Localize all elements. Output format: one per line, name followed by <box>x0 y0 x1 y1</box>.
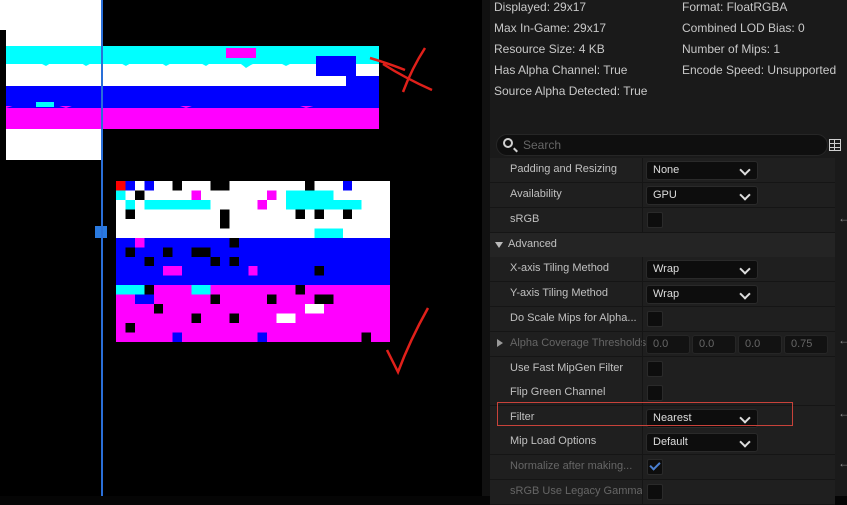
normalize-label: Normalize after making... <box>510 460 633 472</box>
y-tiling-label: Y-axis Tiling Method <box>510 287 609 299</box>
cross-mark <box>369 47 433 93</box>
search-box[interactable] <box>496 134 828 156</box>
availability-dropdown[interactable]: GPU <box>646 186 758 205</box>
row-srgb-legacy: sRGB Use Legacy Gamma <box>490 480 835 505</box>
y-tiling-value: Wrap <box>653 288 680 300</box>
alpha-coverage-w[interactable]: 0.75 <box>784 335 828 354</box>
flip-green-label: Flip Green Channel <box>510 386 606 398</box>
row-alpha-coverage: Alpha Coverage Thresholds 0.0 0.0 0.0 0.… <box>490 332 835 357</box>
row-srgb: sRGB <box>490 208 835 233</box>
row-separator <box>642 183 643 207</box>
row-padding-resizing: Padding and Resizing None <box>490 158 835 183</box>
x-tiling-dropdown[interactable]: Wrap <box>646 260 758 279</box>
mip-load-label: Mip Load Options <box>510 435 597 447</box>
section-advanced[interactable]: Advanced <box>490 233 835 258</box>
srgb-label: sRGB <box>510 213 540 225</box>
mip-load-dropdown[interactable]: Default <box>646 433 758 452</box>
srgb-legacy-label: sRGB Use Legacy Gamma <box>510 485 643 497</box>
padding-value: None <box>653 164 680 176</box>
chevron-down-icon <box>739 164 751 176</box>
alpha-coverage-x[interactable]: 0.0 <box>646 335 690 354</box>
info-format: Format: FloatRGBA <box>682 0 788 14</box>
chevron-down-icon <box>739 436 751 448</box>
x-tiling-label: X-axis Tiling Method <box>510 262 610 274</box>
reset-arrow-icon[interactable]: ← <box>838 456 847 470</box>
fast-mipgen-checkbox[interactable] <box>647 361 663 377</box>
collapse-arrow-icon <box>495 242 503 248</box>
alpha-coverage-w-value: 0.75 <box>791 338 813 350</box>
details-panel: Displayed: 29x17 Max In-Game: 29x17 Reso… <box>490 0 847 505</box>
row-separator <box>642 455 643 479</box>
row-normalize: Normalize after making... <box>490 455 835 480</box>
row-scale-mips: Do Scale Mips for Alpha... <box>490 307 835 332</box>
alpha-coverage-z[interactable]: 0.0 <box>738 335 782 354</box>
info-lod-bias: Combined LOD Bias: 0 <box>682 21 805 35</box>
chevron-down-icon <box>739 288 751 300</box>
chevron-down-icon <box>739 189 751 201</box>
row-separator <box>642 430 643 454</box>
padding-dropdown[interactable]: None <box>646 161 758 180</box>
viewport-border <box>101 0 103 496</box>
annotation-layer <box>369 47 433 376</box>
row-separator <box>642 332 643 356</box>
alpha-coverage-label: Alpha Coverage Thresholds <box>510 337 647 349</box>
srgb-legacy-checkbox[interactable] <box>647 484 663 500</box>
info-has-alpha: Has Alpha Channel: True <box>494 63 628 77</box>
scale-mips-checkbox[interactable] <box>647 311 663 327</box>
alpha-coverage-z-value: 0.0 <box>745 338 761 350</box>
panel-splitter[interactable] <box>482 0 490 496</box>
reset-arrow-icon[interactable]: ← <box>838 211 847 225</box>
row-x-tiling: X-axis Tiling Method Wrap <box>490 257 835 282</box>
row-separator <box>642 282 643 306</box>
scale-mips-label: Do Scale Mips for Alpha... <box>510 312 637 324</box>
expand-arrow-icon[interactable] <box>497 339 503 347</box>
filter-highlight-box <box>497 402 793 426</box>
alpha-coverage-y-value: 0.0 <box>699 338 715 350</box>
texture-viewport[interactable] <box>0 0 482 496</box>
row-separator <box>642 480 643 504</box>
normalize-checkbox[interactable] <box>647 459 663 475</box>
srgb-checkbox[interactable] <box>647 212 663 228</box>
reset-arrow-icon[interactable]: ← <box>838 406 847 420</box>
info-num-mips: Number of Mips: 1 <box>682 42 781 56</box>
x-tiling-value: Wrap <box>653 263 680 275</box>
info-resource-size: Resource Size: 4 KB <box>494 42 605 56</box>
chevron-down-icon <box>739 263 751 275</box>
reset-arrow-icon[interactable]: ← <box>838 333 847 347</box>
check-mark <box>385 307 430 376</box>
row-separator <box>642 357 643 381</box>
row-separator <box>642 307 643 331</box>
y-tiling-dropdown[interactable]: Wrap <box>646 285 758 304</box>
alpha-coverage-x-value: 0.0 <box>653 338 669 350</box>
mip-load-value: Default <box>653 436 688 448</box>
search-input[interactable] <box>523 137 803 153</box>
table-view-icon[interactable] <box>829 139 841 151</box>
availability-label: Availability <box>510 188 562 200</box>
flip-green-checkbox[interactable] <box>647 385 663 401</box>
padding-label: Padding and Resizing <box>510 163 618 175</box>
info-source-alpha: Source Alpha Detected: True <box>494 84 648 98</box>
availability-value: GPU <box>653 189 677 201</box>
info-encode-speed: Encode Speed: Unsupported <box>682 63 837 77</box>
info-displayed: Displayed: 29x17 <box>494 0 587 14</box>
advanced-label: Advanced <box>508 238 557 250</box>
row-mip-load: Mip Load Options Default <box>490 430 835 455</box>
row-availability: Availability GPU <box>490 183 835 208</box>
row-fast-mipgen: Use Fast MipGen Filter <box>490 357 835 382</box>
search-icon <box>503 138 513 148</box>
checkmark-icon <box>649 459 661 471</box>
fast-mipgen-label: Use Fast MipGen Filter <box>510 362 624 374</box>
alpha-coverage-y[interactable]: 0.0 <box>692 335 736 354</box>
info-max-in-game: Max In-Game: 29x17 <box>494 21 607 35</box>
row-separator <box>642 158 643 182</box>
row-y-tiling: Y-axis Tiling Method Wrap <box>490 282 835 307</box>
row-separator <box>642 257 643 281</box>
scrollbar[interactable] <box>835 158 847 496</box>
row-separator <box>642 208 643 232</box>
